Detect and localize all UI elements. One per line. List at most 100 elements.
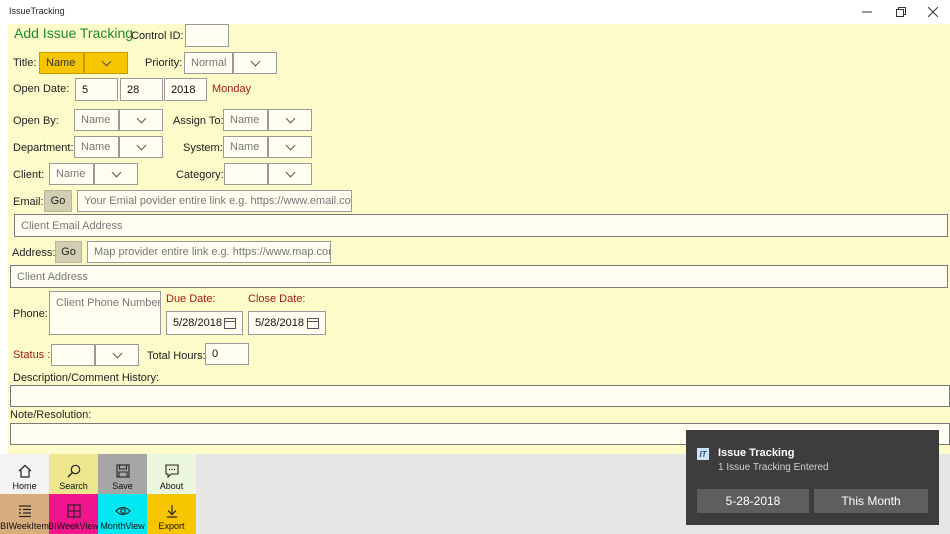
open-weekday: Monday	[212, 83, 252, 95]
control-id-input[interactable]	[185, 24, 229, 47]
issue-form: Add Issue Tracking Control ID: Title: Na…	[8, 24, 950, 454]
grid-icon	[66, 504, 81, 518]
open-by-label: Open By:	[13, 115, 59, 127]
home-icon	[18, 464, 31, 478]
note-label: Note/Resolution:	[10, 409, 92, 421]
phone-input[interactable]: Client Phone Number	[49, 291, 161, 335]
download-icon	[166, 505, 177, 518]
app-icon: IT	[697, 448, 709, 460]
category-label: Category:	[176, 169, 224, 181]
status-input[interactable]	[51, 344, 95, 366]
total-hours-label: Total Hours:	[147, 350, 206, 362]
search-label: Search	[59, 481, 88, 491]
department-input[interactable]: Name	[74, 136, 119, 158]
email-go-button[interactable]: Go	[44, 190, 72, 212]
form-heading: Add Issue Tracking	[14, 25, 134, 41]
toast-month-button[interactable]: This Month	[814, 489, 928, 513]
status-dropdown[interactable]	[95, 344, 139, 366]
biweek-item-button[interactable]: BIWeekItem	[0, 494, 49, 534]
chevron-down-icon	[112, 348, 122, 358]
priority-input[interactable]: Normal	[184, 52, 233, 74]
status-label: Status :	[13, 349, 51, 361]
title-bar: IssueTracking	[0, 0, 950, 24]
open-day-input[interactable]: 28	[120, 78, 163, 101]
save-button[interactable]: Save	[98, 454, 147, 494]
priority-dropdown[interactable]	[233, 52, 277, 74]
save-icon	[115, 464, 130, 478]
due-date-label: Due Date:	[166, 293, 216, 305]
close-date-value: 5/28/2018	[255, 317, 304, 329]
client-email-input[interactable]: Client Email Address	[14, 214, 948, 237]
assign-to-dropdown[interactable]	[268, 109, 312, 131]
about-button[interactable]: About	[147, 454, 196, 494]
system-label: System:	[183, 142, 223, 154]
total-hours-input[interactable]: 0	[205, 343, 249, 365]
chevron-down-icon	[285, 140, 295, 150]
biweek-view-button[interactable]: BIWeekView	[48, 494, 99, 534]
title-input[interactable]: Name	[39, 52, 84, 74]
due-date-picker[interactable]: 5/28/2018	[166, 311, 243, 335]
chat-icon	[164, 464, 179, 478]
minimize-button[interactable]	[850, 0, 884, 24]
open-by-input[interactable]: Name	[74, 109, 119, 131]
email-label: Email:	[13, 196, 44, 208]
search-icon	[67, 464, 80, 478]
chevron-down-icon	[136, 140, 146, 150]
category-input[interactable]	[224, 163, 268, 185]
open-date-label: Open Date:	[13, 83, 70, 95]
close-date-picker[interactable]: 5/28/2018	[248, 311, 326, 335]
eye-icon	[114, 506, 131, 516]
department-label: Department:	[13, 142, 74, 154]
biweek-item-label: BIWeekItem	[0, 521, 49, 531]
description-input[interactable]	[10, 385, 950, 407]
list-icon	[18, 505, 31, 518]
toast-date-button[interactable]: 5-28-2018	[697, 489, 809, 513]
assign-to-label: Assign To:	[173, 115, 224, 127]
system-dropdown[interactable]	[268, 136, 312, 158]
address-label: Address:	[12, 247, 56, 259]
home-label: Home	[12, 481, 37, 491]
phone-label: Phone:	[13, 308, 48, 320]
chevron-down-icon	[136, 113, 146, 123]
chevron-down-icon	[101, 56, 111, 66]
toast-body: 1 Issue Tracking Entered	[718, 462, 829, 473]
email-provider-input[interactable]: Your Emial povider entire link e.g. http…	[77, 190, 352, 212]
maximize-button[interactable]	[884, 0, 918, 24]
close-button[interactable]	[916, 0, 950, 24]
export-button[interactable]: Export	[147, 494, 196, 534]
chevron-down-icon	[285, 167, 295, 177]
client-input[interactable]: Name	[49, 163, 94, 185]
minimize-icon	[862, 11, 872, 13]
biweek-view-label: BIWeekView	[48, 521, 99, 531]
open-month-input[interactable]: 5	[75, 78, 118, 101]
address-go-button[interactable]: Go	[55, 241, 82, 263]
title-dropdown[interactable]	[84, 52, 128, 74]
category-dropdown[interactable]	[268, 163, 312, 185]
department-dropdown[interactable]	[119, 136, 163, 158]
open-by-dropdown[interactable]	[119, 109, 163, 131]
client-address-input[interactable]: Client Address	[10, 265, 948, 288]
title-label: Title:	[13, 57, 37, 69]
month-view-label: MonthView	[100, 521, 145, 531]
map-provider-input[interactable]: Map provider entire link e.g. https://ww…	[87, 241, 331, 263]
chevron-down-icon	[250, 56, 260, 66]
save-label: Save	[112, 481, 133, 491]
assign-to-input[interactable]: Name	[223, 109, 268, 131]
calendar-icon	[224, 317, 236, 329]
client-dropdown[interactable]	[94, 163, 138, 185]
restore-icon	[896, 7, 906, 17]
month-view-button[interactable]: MonthView	[98, 494, 147, 534]
open-year-input[interactable]: 2018	[164, 78, 207, 101]
control-id-label: Control ID:	[131, 30, 184, 42]
due-date-value: 5/28/2018	[173, 317, 222, 329]
system-input[interactable]: Name	[223, 136, 268, 158]
search-button[interactable]: Search	[49, 454, 98, 494]
close-icon	[928, 7, 938, 17]
calendar-icon	[307, 317, 319, 329]
toast-title: Issue Tracking	[718, 447, 795, 459]
notification-toast[interactable]: IT Issue Tracking 1 Issue Tracking Enter…	[686, 430, 939, 525]
chevron-down-icon	[111, 167, 121, 177]
home-button[interactable]: Home	[0, 454, 49, 494]
chevron-down-icon	[285, 113, 295, 123]
close-date-label: Close Date:	[248, 293, 306, 305]
